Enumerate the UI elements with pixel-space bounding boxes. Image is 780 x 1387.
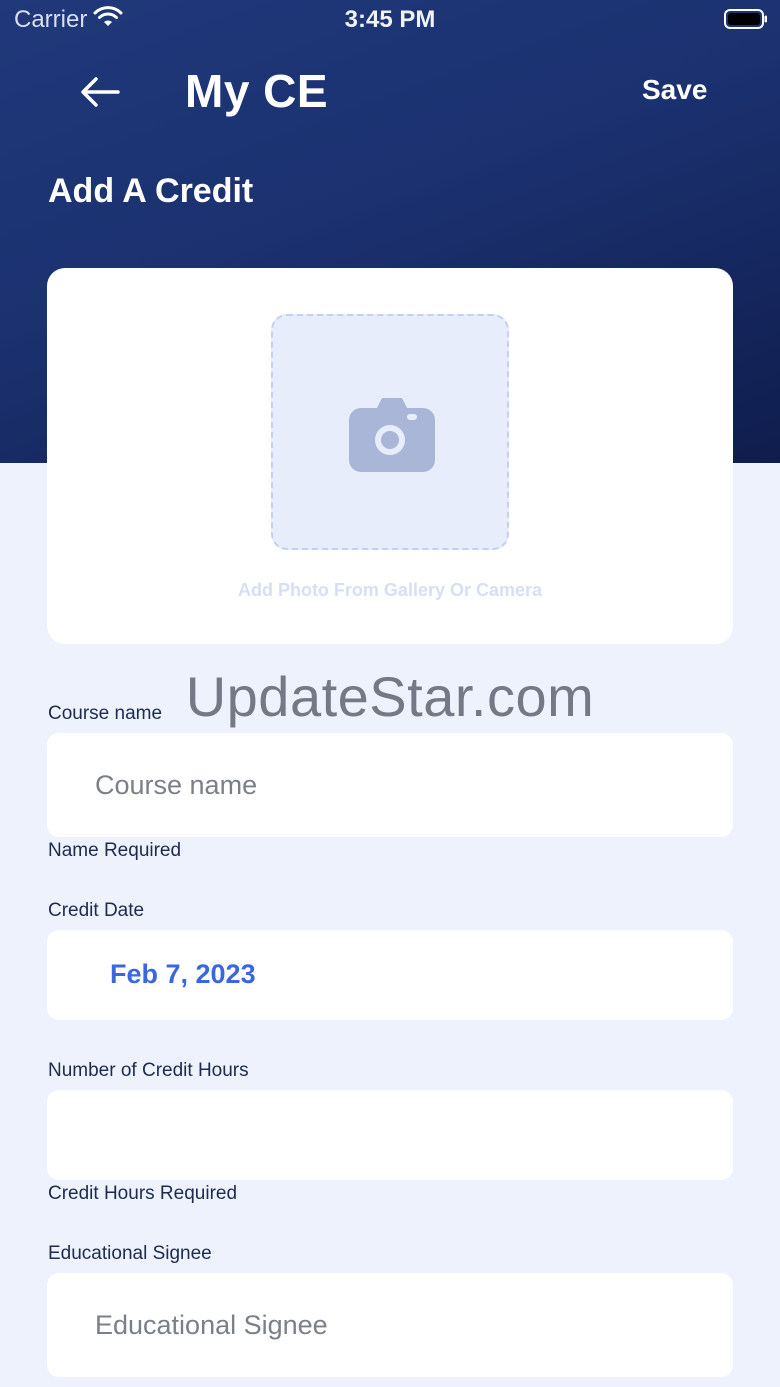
credit-date-field[interactable]: Feb 7, 2023 bbox=[47, 930, 733, 1020]
save-button[interactable]: Save bbox=[642, 74, 707, 106]
credit-hours-error: Credit Hours Required bbox=[48, 1183, 238, 1204]
add-photo-caption[interactable]: Add Photo From Gallery Or Camera bbox=[47, 580, 733, 601]
photo-card: Add Photo From Gallery Or Camera bbox=[47, 268, 733, 644]
credit-hours-field bbox=[47, 1090, 733, 1180]
course-name-error: Name Required bbox=[48, 840, 182, 861]
section-title: Add A Credit bbox=[48, 172, 254, 210]
educational-signee-input[interactable] bbox=[95, 1273, 695, 1377]
add-credit-screen: Carrier 3:45 PM My CE Save Add A Credit bbox=[0, 0, 780, 1387]
credit-hours-label: Number of Credit Hours bbox=[48, 1060, 249, 1081]
camera-icon bbox=[349, 398, 435, 472]
credit-date-label: Credit Date bbox=[48, 900, 145, 921]
educational-signee-label: Educational Signee bbox=[48, 1243, 212, 1264]
battery-icon bbox=[724, 9, 767, 29]
status-bar: Carrier 3:45 PM bbox=[0, 0, 780, 40]
credit-date-value[interactable]: Feb 7, 2023 bbox=[110, 959, 256, 990]
educational-signee-field bbox=[47, 1273, 733, 1377]
back-arrow-icon[interactable] bbox=[78, 72, 122, 112]
status-time: 3:45 PM bbox=[344, 6, 436, 33]
course-name-field bbox=[47, 733, 733, 837]
add-photo-button[interactable] bbox=[271, 314, 509, 550]
course-name-input[interactable] bbox=[95, 733, 695, 837]
course-name-label: Course name bbox=[48, 703, 163, 724]
credit-hours-input[interactable] bbox=[95, 1090, 695, 1180]
page-title: My CE bbox=[185, 65, 329, 117]
